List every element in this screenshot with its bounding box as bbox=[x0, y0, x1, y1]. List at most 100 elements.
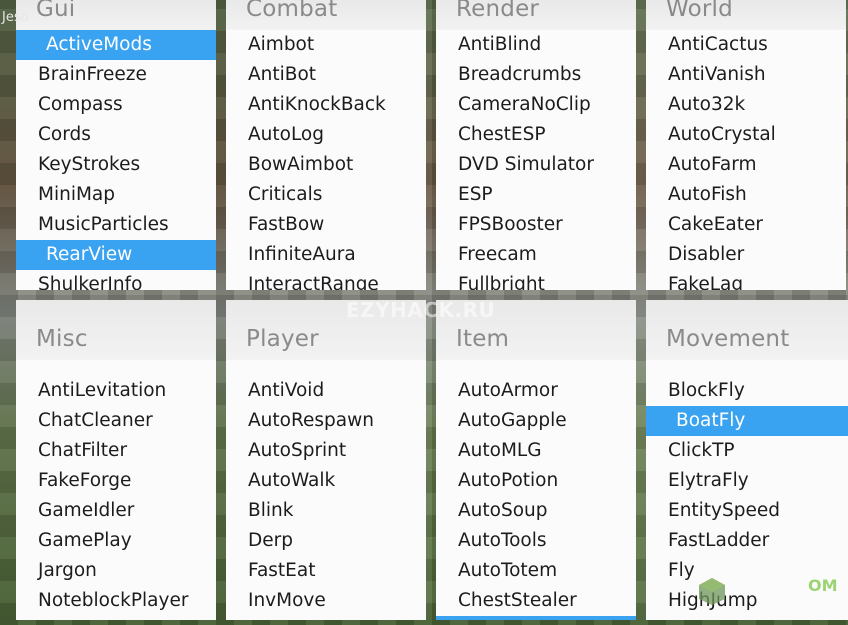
module-item-clicktp[interactable]: ClickTP bbox=[646, 436, 848, 466]
panel-world-header[interactable]: World bbox=[646, 0, 846, 30]
panel-gui-header[interactable]: Gui bbox=[16, 0, 216, 30]
module-item-infiniteaura[interactable]: InfiniteAura bbox=[226, 240, 426, 270]
module-item-brainfreeze[interactable]: BrainFreeze bbox=[16, 60, 216, 90]
module-item-autototem[interactable]: AutoTotem bbox=[436, 556, 636, 586]
module-item-autolog[interactable]: AutoLog bbox=[226, 120, 426, 150]
panel-title: Combat bbox=[246, 0, 338, 22]
module-item-autotools[interactable]: AutoTools bbox=[436, 526, 636, 556]
module-item-jargon[interactable]: Jargon bbox=[16, 556, 216, 586]
module-item-jesus[interactable]: Jesus bbox=[646, 616, 848, 620]
module-item-antibot[interactable]: AntiBot bbox=[226, 60, 426, 90]
module-item-fakelag[interactable]: FakeLag bbox=[646, 270, 846, 290]
module-item-rearview[interactable]: RearView bbox=[16, 240, 216, 270]
module-item-blockfly[interactable]: BlockFly bbox=[646, 376, 848, 406]
module-item-autofish[interactable]: AutoFish bbox=[646, 180, 846, 210]
module-item-dvd-simulator[interactable]: DVD Simulator bbox=[436, 150, 636, 180]
module-item-freecam[interactable]: Freecam bbox=[436, 240, 636, 270]
module-item-elytrafly[interactable]: ElytraFly bbox=[646, 466, 848, 496]
module-item-fastladder[interactable]: FastLadder bbox=[646, 526, 848, 556]
module-item-fakeforge[interactable]: FakeForge bbox=[16, 466, 216, 496]
module-item-criticals[interactable]: Criticals bbox=[226, 180, 426, 210]
module-item-autofarm[interactable]: AutoFarm bbox=[646, 150, 846, 180]
panel-render: Render AntiBlind Breadcrumbs CameraNoClip C… bbox=[436, 0, 636, 290]
panel-title: Render bbox=[456, 0, 540, 22]
module-item-interactrange[interactable]: InteractRange bbox=[226, 270, 426, 290]
module-item-aimbot[interactable]: Aimbot bbox=[226, 30, 426, 60]
module-item-derp[interactable]: Derp bbox=[226, 526, 426, 556]
module-item-musicparticles[interactable]: MusicParticles bbox=[16, 210, 216, 240]
module-item-autowalk[interactable]: AutoWalk bbox=[226, 466, 426, 496]
module-item-invmanager[interactable]: InvManager bbox=[436, 616, 636, 620]
player-name-label: Jeso bbox=[2, 10, 29, 25]
panel-title: Player bbox=[246, 326, 319, 352]
module-item-fullbright[interactable]: Fullbright bbox=[436, 270, 636, 290]
panel-title: Item bbox=[456, 326, 510, 352]
module-item-autorespawn[interactable]: AutoRespawn bbox=[226, 406, 426, 436]
module-item-activemods[interactable]: ActiveMods bbox=[16, 30, 216, 60]
module-item-autopotion[interactable]: AutoPotion bbox=[436, 466, 636, 496]
panel-combat: Combat Aimbot AntiBot AntiKnockBack AutoLog… bbox=[226, 0, 426, 290]
module-item-fastbow[interactable]: FastBow bbox=[226, 210, 426, 240]
module-item-autocrystal[interactable]: AutoCrystal bbox=[646, 120, 846, 150]
panel-title: World bbox=[666, 0, 733, 22]
module-item-autosprint[interactable]: AutoSprint bbox=[226, 436, 426, 466]
module-item-chatcleaner[interactable]: ChatCleaner bbox=[16, 406, 216, 436]
module-list: ActiveMods BrainFreeze Compass Cords KeyStro… bbox=[16, 30, 216, 290]
module-item-gameidler[interactable]: GameIdler bbox=[16, 496, 216, 526]
module-item-noteblockplayer[interactable]: NoteblockPlayer bbox=[16, 586, 216, 616]
panel-player: Player AntiVoid AutoRespawn AutoSprint Auto… bbox=[226, 300, 426, 620]
panel-movement-header[interactable]: Movement bbox=[646, 300, 848, 360]
module-list: AntiBlind Breadcrumbs CameraNoClip ChestESP… bbox=[436, 30, 636, 290]
module-item-breadcrumbs[interactable]: Breadcrumbs bbox=[436, 60, 636, 90]
module-item-anticactus[interactable]: AntiCactus bbox=[646, 30, 846, 60]
logo-text: OM bbox=[808, 576, 838, 595]
module-item-cameranoclip[interactable]: CameraNoClip bbox=[436, 90, 636, 120]
module-list: AntiCactus AntiVanish Auto32k AutoCrystal Au… bbox=[646, 30, 846, 290]
module-item-blink[interactable]: Blink bbox=[226, 496, 426, 526]
module-item-fpsbooster[interactable]: FPSBooster bbox=[436, 210, 636, 240]
module-item-entityspeed[interactable]: EntitySpeed bbox=[646, 496, 848, 526]
module-item-shulkerinfo[interactable]: ShulkerInfo bbox=[16, 270, 216, 290]
module-item-chestesp[interactable]: ChestESP bbox=[436, 120, 636, 150]
panel-world: World AntiCactus AntiVanish Auto32k AutoCry… bbox=[646, 0, 846, 290]
module-item-nofall[interactable]: NoFall bbox=[226, 616, 426, 620]
panel-title: Gui bbox=[36, 0, 76, 22]
module-item-invmove[interactable]: InvMove bbox=[226, 586, 426, 616]
module-item-compass[interactable]: Compass bbox=[16, 90, 216, 120]
module-item-portalgodmode[interactable]: PortalGodMode bbox=[16, 616, 216, 620]
module-item-keystrokes[interactable]: KeyStrokes bbox=[16, 150, 216, 180]
module-item-boatfly[interactable]: BoatFly bbox=[646, 406, 848, 436]
cube-logo-icon bbox=[699, 578, 725, 605]
module-item-chatfilter[interactable]: ChatFilter bbox=[16, 436, 216, 466]
module-item-autosoup[interactable]: AutoSoup bbox=[436, 496, 636, 526]
panel-render-header[interactable]: Render bbox=[436, 0, 636, 30]
panel-gui: Gui ActiveMods BrainFreeze Compass Cords Key… bbox=[16, 0, 216, 290]
module-item-cords[interactable]: Cords bbox=[16, 120, 216, 150]
module-item-automlg[interactable]: AutoMLG bbox=[436, 436, 636, 466]
module-item-autoarmor[interactable]: AutoArmor bbox=[436, 376, 636, 406]
watermark-text: EZYHACK.RU bbox=[346, 298, 496, 322]
module-item-minimap[interactable]: MiniMap bbox=[16, 180, 216, 210]
panel-misc: Misc AntiLevitation ChatCleaner ChatFilter… bbox=[16, 300, 216, 620]
module-item-cakeeater[interactable]: CakeEater bbox=[646, 210, 846, 240]
module-item-antiknockback[interactable]: AntiKnockBack bbox=[226, 90, 426, 120]
panel-misc-header[interactable]: Misc bbox=[16, 300, 216, 360]
module-item-fasteat[interactable]: FastEat bbox=[226, 556, 426, 586]
panel-combat-header[interactable]: Combat bbox=[226, 0, 426, 30]
panel-title: Movement bbox=[666, 326, 790, 352]
module-item-antivanish[interactable]: AntiVanish bbox=[646, 60, 846, 90]
module-list: AutoArmor AutoGapple AutoMLG AutoPotion Auto… bbox=[436, 376, 636, 620]
panel-title: Misc bbox=[36, 326, 88, 352]
module-item-antivoid[interactable]: AntiVoid bbox=[226, 376, 426, 406]
module-item-auto32k[interactable]: Auto32k bbox=[646, 90, 846, 120]
module-item-gameplay[interactable]: GamePlay bbox=[16, 526, 216, 556]
module-item-antilevitation[interactable]: AntiLevitation bbox=[16, 376, 216, 406]
module-list: AntiVoid AutoRespawn AutoSprint AutoWalk Bli… bbox=[226, 376, 426, 620]
module-item-bowaimbot[interactable]: BowAimbot bbox=[226, 150, 426, 180]
module-item-antiblind[interactable]: AntiBlind bbox=[436, 30, 636, 60]
module-item-autogapple[interactable]: AutoGapple bbox=[436, 406, 636, 436]
module-item-cheststealer[interactable]: ChestStealer bbox=[436, 586, 636, 616]
module-item-esp[interactable]: ESP bbox=[436, 180, 636, 210]
module-list: AntiLevitation ChatCleaner ChatFilter FakeF… bbox=[16, 376, 216, 620]
module-item-disabler[interactable]: Disabler bbox=[646, 240, 846, 270]
